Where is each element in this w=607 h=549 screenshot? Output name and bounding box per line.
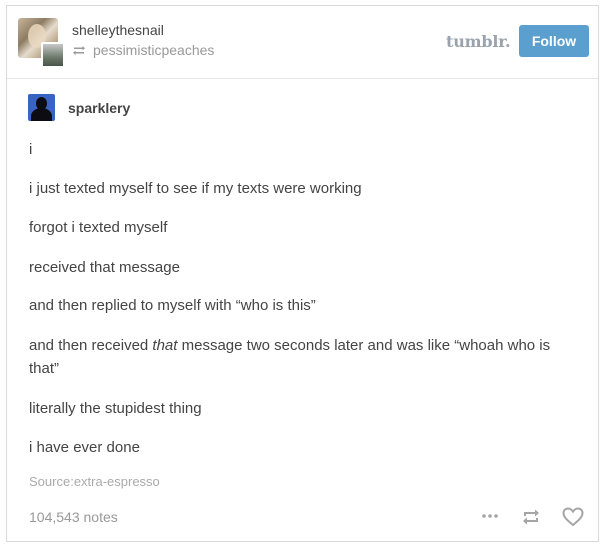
post-line: received that message — [29, 259, 180, 276]
notes-count[interactable]: 104,543 notes — [29, 509, 118, 525]
source-link[interactable]: extra-espresso — [74, 474, 160, 489]
heart-icon — [562, 507, 584, 527]
post-line: i have ever done — [29, 439, 140, 456]
source-blog-name[interactable]: sparklery — [68, 100, 130, 116]
like-button[interactable] — [561, 506, 585, 528]
reblogged-from-link[interactable]: pessimisticpeaches — [93, 42, 214, 58]
post-header: shelleythesnail pessimisticpeaches tumbl… — [7, 6, 598, 79]
reblog-button[interactable] — [520, 506, 542, 528]
post-paragraph: and then received that message two secon… — [29, 335, 584, 357]
reblog-source-avatar[interactable] — [41, 42, 65, 68]
post-emphasis: that — [152, 337, 178, 354]
source-label: Source: — [29, 474, 74, 489]
post-line: i — [29, 141, 33, 158]
post-line: and then replied to myself with “who is … — [29, 297, 316, 314]
post-card: shelleythesnail pessimisticpeaches tumbl… — [6, 5, 599, 542]
ellipsis-icon — [482, 514, 498, 518]
more-options-button[interactable] — [479, 506, 501, 526]
reblog-small-icon — [73, 45, 85, 55]
post-source-header: sparklery — [28, 94, 130, 121]
post-line: forgot i texted myself — [29, 219, 168, 236]
reblog-icon — [523, 509, 539, 525]
source-blog-avatar[interactable] — [28, 94, 55, 121]
post-footer: 104,543 notes — [29, 506, 584, 530]
post-line: i just texted myself to see if my texts … — [29, 180, 362, 197]
post-line: literally the stupidest thing — [29, 400, 202, 417]
post-text: and then received — [29, 337, 153, 354]
follow-button[interactable]: Follow — [519, 25, 589, 57]
reblogged-from: pessimisticpeaches — [72, 42, 214, 58]
post-source: Source:extra-espresso — [29, 474, 160, 489]
post-line: that” — [29, 360, 60, 377]
blog-name-link[interactable]: shelleythesnail — [72, 22, 164, 38]
post-text: message two seconds later and was like “… — [177, 337, 551, 354]
tumblr-logo[interactable]: tumblr. — [446, 32, 511, 51]
